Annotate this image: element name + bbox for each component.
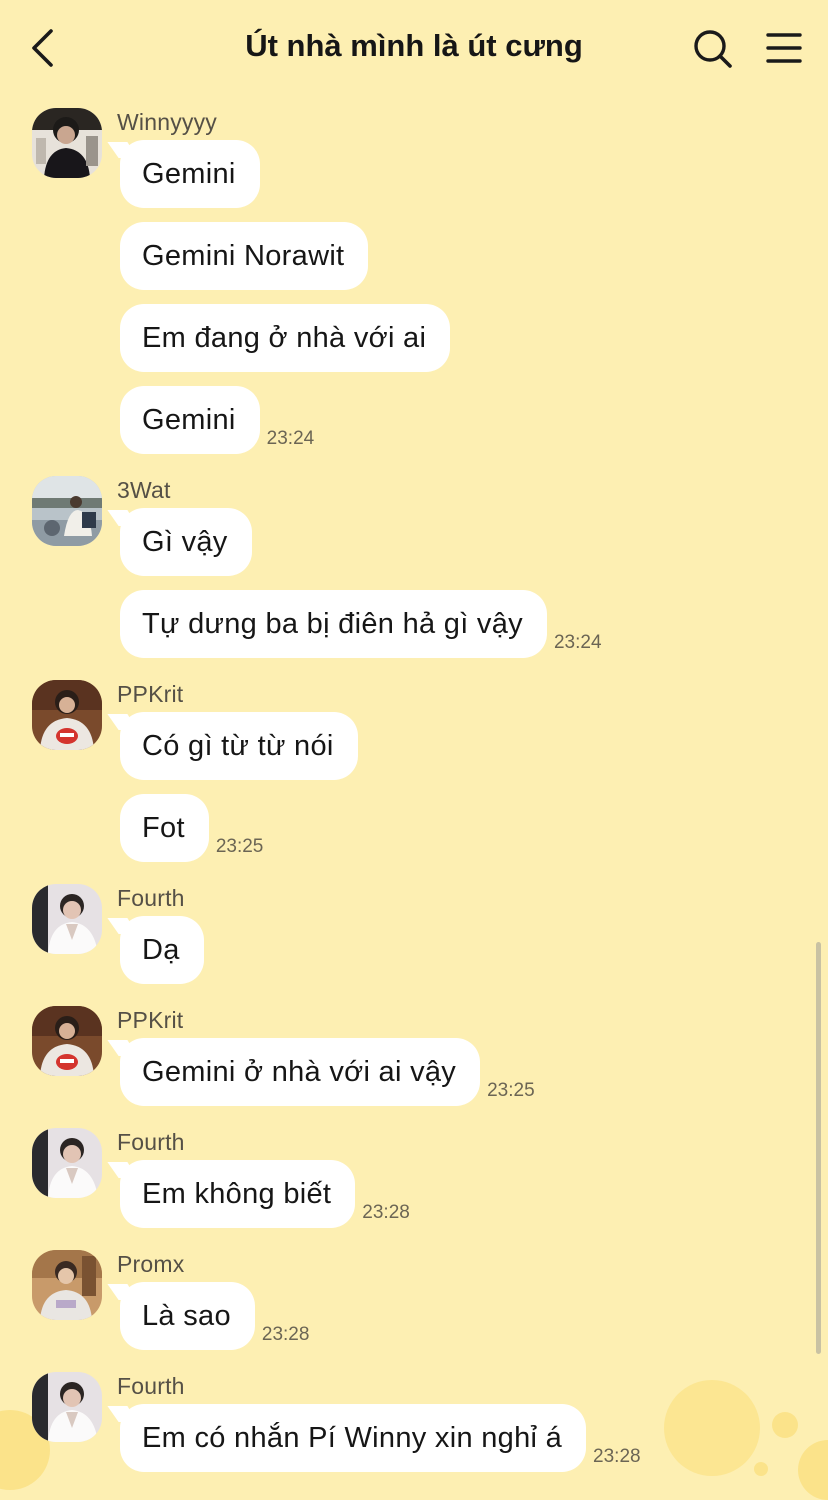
avatar[interactable] — [32, 476, 102, 546]
avatar[interactable] — [32, 884, 102, 954]
decorative-circle — [664, 1380, 760, 1476]
message-bubble[interactable]: Gemini Norawit — [120, 222, 369, 290]
menu-button[interactable] — [764, 30, 804, 66]
avatar[interactable] — [32, 680, 102, 750]
message-row: Tự dưng ba bị điên hả gì vậy 23:24 — [120, 590, 602, 658]
message-bubble[interactable]: Gemini ở nhà với ai vậy — [120, 1038, 481, 1106]
chat-title: Út nhà mình là út cưng — [245, 28, 583, 63]
message-row: Có gì từ từ nói — [120, 712, 358, 780]
avatar[interactable] — [32, 1006, 102, 1076]
avatar[interactable] — [32, 108, 102, 178]
sender-name: PPKrit — [117, 1007, 184, 1033]
chat-header: Út nhà mình là út cưng — [0, 0, 828, 96]
avatar[interactable] — [32, 1250, 102, 1320]
message-bubble[interactable]: Em có nhắn Pí Winny xin nghỉ á — [120, 1404, 587, 1472]
message-bubble[interactable]: Gemini — [120, 386, 260, 454]
message-bubble[interactable]: Gemini — [120, 140, 260, 208]
avatar[interactable] — [32, 1128, 102, 1198]
message-time: 23:25 — [487, 1080, 535, 1101]
message-row: Em không biết 23:28 — [120, 1160, 410, 1228]
scrollbar[interactable] — [816, 942, 821, 1354]
message-time: 23:25 — [215, 836, 264, 857]
message-row: Dạ — [120, 916, 204, 984]
search-icon — [694, 30, 732, 68]
sender-name: Winnyyyy — [117, 109, 218, 135]
sender-name: Fourth — [117, 1129, 185, 1155]
message-row: Gemini 23:24 — [120, 386, 314, 454]
message-row: Gemini — [120, 140, 260, 208]
search-button[interactable] — [692, 28, 734, 70]
message-bubble[interactable]: Là sao — [120, 1282, 255, 1350]
message-row: Fot 23:25 — [120, 794, 263, 862]
message-bubble[interactable]: Em không biết — [120, 1160, 356, 1228]
message-bubble[interactable]: Tự dưng ba bị điên hả gì vậy — [120, 590, 547, 658]
message-bubble[interactable]: Em đang ở nhà với ai — [120, 304, 451, 372]
message-time: 23:28 — [593, 1446, 641, 1467]
message-bubble[interactable]: Có gì từ từ nói — [120, 712, 358, 780]
sender-name: Fourth — [117, 1373, 185, 1399]
message-time: 23:24 — [553, 632, 602, 653]
message-time: 23:28 — [362, 1202, 410, 1223]
message-bubble[interactable]: Dạ — [120, 916, 204, 984]
message-bubble[interactable]: Gì vậy — [120, 508, 252, 576]
message-time: 23:28 — [261, 1324, 310, 1345]
message-row: Em có nhắn Pí Winny xin nghỉ á 23:28 — [120, 1404, 641, 1472]
message-row: Gì vậy — [120, 508, 252, 576]
hamburger-menu-icon — [766, 33, 802, 63]
message-row: Gemini Norawit — [120, 222, 369, 290]
message-row: Là sao 23:28 — [120, 1282, 309, 1350]
message-row: Em đang ở nhà với ai — [120, 304, 451, 372]
sender-name: PPKrit — [117, 681, 184, 707]
message-row: Gemini ở nhà với ai vậy 23:25 — [120, 1038, 535, 1106]
decorative-circle — [772, 1412, 798, 1438]
sender-name: Promx — [117, 1251, 185, 1277]
back-button[interactable] — [26, 26, 66, 70]
message-time: 23:24 — [266, 428, 315, 449]
sender-name: 3Wat — [117, 477, 171, 503]
message-bubble[interactable]: Fot — [120, 794, 209, 862]
decorative-circle — [754, 1462, 768, 1476]
sender-name: Fourth — [117, 885, 185, 911]
avatar[interactable] — [32, 1372, 102, 1442]
chevron-left-icon — [32, 29, 53, 67]
decorative-circle — [798, 1440, 828, 1500]
